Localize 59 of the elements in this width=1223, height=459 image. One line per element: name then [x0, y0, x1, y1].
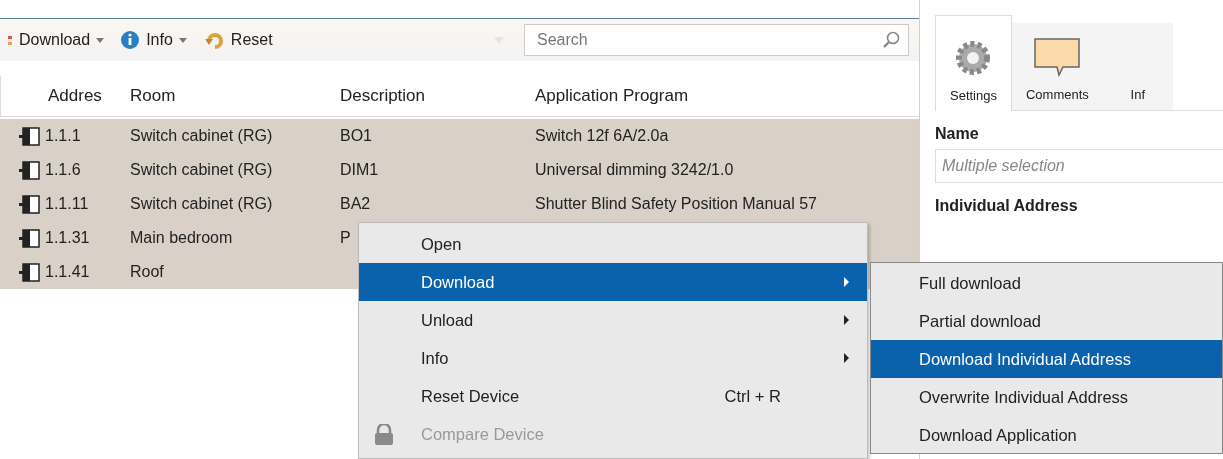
- submenu-arrow-icon: [844, 315, 849, 325]
- speech-bubble-icon: [1033, 37, 1082, 77]
- device-icon: [19, 262, 40, 282]
- menu-item[interactable]: Reset Device Ctrl + R: [359, 377, 867, 415]
- menu-item[interactable]: Full download: [871, 264, 1222, 302]
- table-cell: 1.1.41: [45, 263, 90, 281]
- tab[interactable]: Inf: [1102, 23, 1173, 110]
- table-cell: Switch 12f 6A/2.0a: [535, 127, 669, 145]
- device-icon: [19, 126, 40, 146]
- table-cell: Universal dimming 3242/1.0: [535, 161, 734, 179]
- table-cell: 1.1.11: [45, 195, 89, 213]
- tab[interactable]: Settings: [935, 15, 1012, 111]
- caret-icon: [178, 37, 187, 43]
- lock-icon: [373, 424, 395, 446]
- column-header[interactable]: Description: [335, 86, 530, 106]
- menu-item[interactable]: Partial download: [871, 302, 1222, 340]
- menu-item[interactable]: Unload: [359, 301, 867, 339]
- tab[interactable]: Comments: [1012, 23, 1103, 110]
- table-cell: Roof: [130, 263, 164, 281]
- table-cell: Switch cabinet (RG): [130, 161, 273, 179]
- menu-item[interactable]: Download Individual Address: [871, 340, 1222, 378]
- toolbar-button[interactable]: Download: [0, 25, 113, 55]
- submenu-arrow-icon: [844, 277, 849, 287]
- device-icon: [19, 194, 40, 214]
- device-icon: [19, 160, 40, 180]
- table-cell: 1.1.1: [45, 127, 81, 145]
- table-cell: Main bedroom: [130, 229, 233, 247]
- menu-item[interactable]: Overwrite Individual Address: [871, 378, 1222, 416]
- column-header[interactable]: Application Program: [530, 86, 919, 106]
- menu-item[interactable]: Open: [359, 225, 867, 263]
- column-header[interactable]: Addres: [43, 86, 125, 106]
- table-cell: 1.1.6: [45, 161, 81, 179]
- table-cell: Shutter Blind Safety Position Manual 57: [535, 195, 817, 213]
- table-row[interactable]: 1.1.1 Switch cabinet (RG) BO1 Switch 12f 6A/2.0a: [0, 119, 919, 153]
- table-cell: Switch cabinet (RG): [130, 195, 273, 213]
- table-cell: DIM1: [340, 161, 379, 179]
- toolbar-button[interactable]: Info: [112, 25, 195, 55]
- search-field[interactable]: Search: [524, 24, 909, 56]
- table-row[interactable]: 1.1.6 Switch cabinet (RG) DIM1 Universal dimming 3242/1.0: [0, 153, 919, 187]
- submenu-arrow-icon: [844, 353, 849, 363]
- search-icon: [882, 31, 900, 49]
- info-icon: [120, 30, 141, 50]
- menu-item[interactable]: Download Application: [871, 416, 1222, 454]
- table-cell: 1.1.31: [45, 229, 90, 247]
- field-label: Individual Address: [935, 197, 1079, 215]
- name-field[interactable]: Multiple selection: [935, 149, 1223, 183]
- table-cell: Switch cabinet (RG): [130, 127, 273, 145]
- caret-icon: [96, 37, 105, 43]
- table-cell: BA2: [340, 195, 371, 213]
- shortcut-label: Ctrl + R: [724, 386, 781, 406]
- menu-item[interactable]: Info: [359, 339, 867, 377]
- field-label: Name: [935, 125, 980, 143]
- table-cell: BO1: [340, 127, 372, 145]
- table-cell: P: [340, 229, 351, 247]
- device-icon: [19, 228, 40, 248]
- table-row[interactable]: 1.1.11 Switch cabinet (RG) BA2 Shutter Blind Safety Position Manual 57: [0, 187, 919, 221]
- toolbar-button[interactable]: Reset: [194, 25, 281, 55]
- column-header[interactable]: Room: [125, 86, 335, 106]
- menu-item[interactable]: Download: [359, 263, 867, 301]
